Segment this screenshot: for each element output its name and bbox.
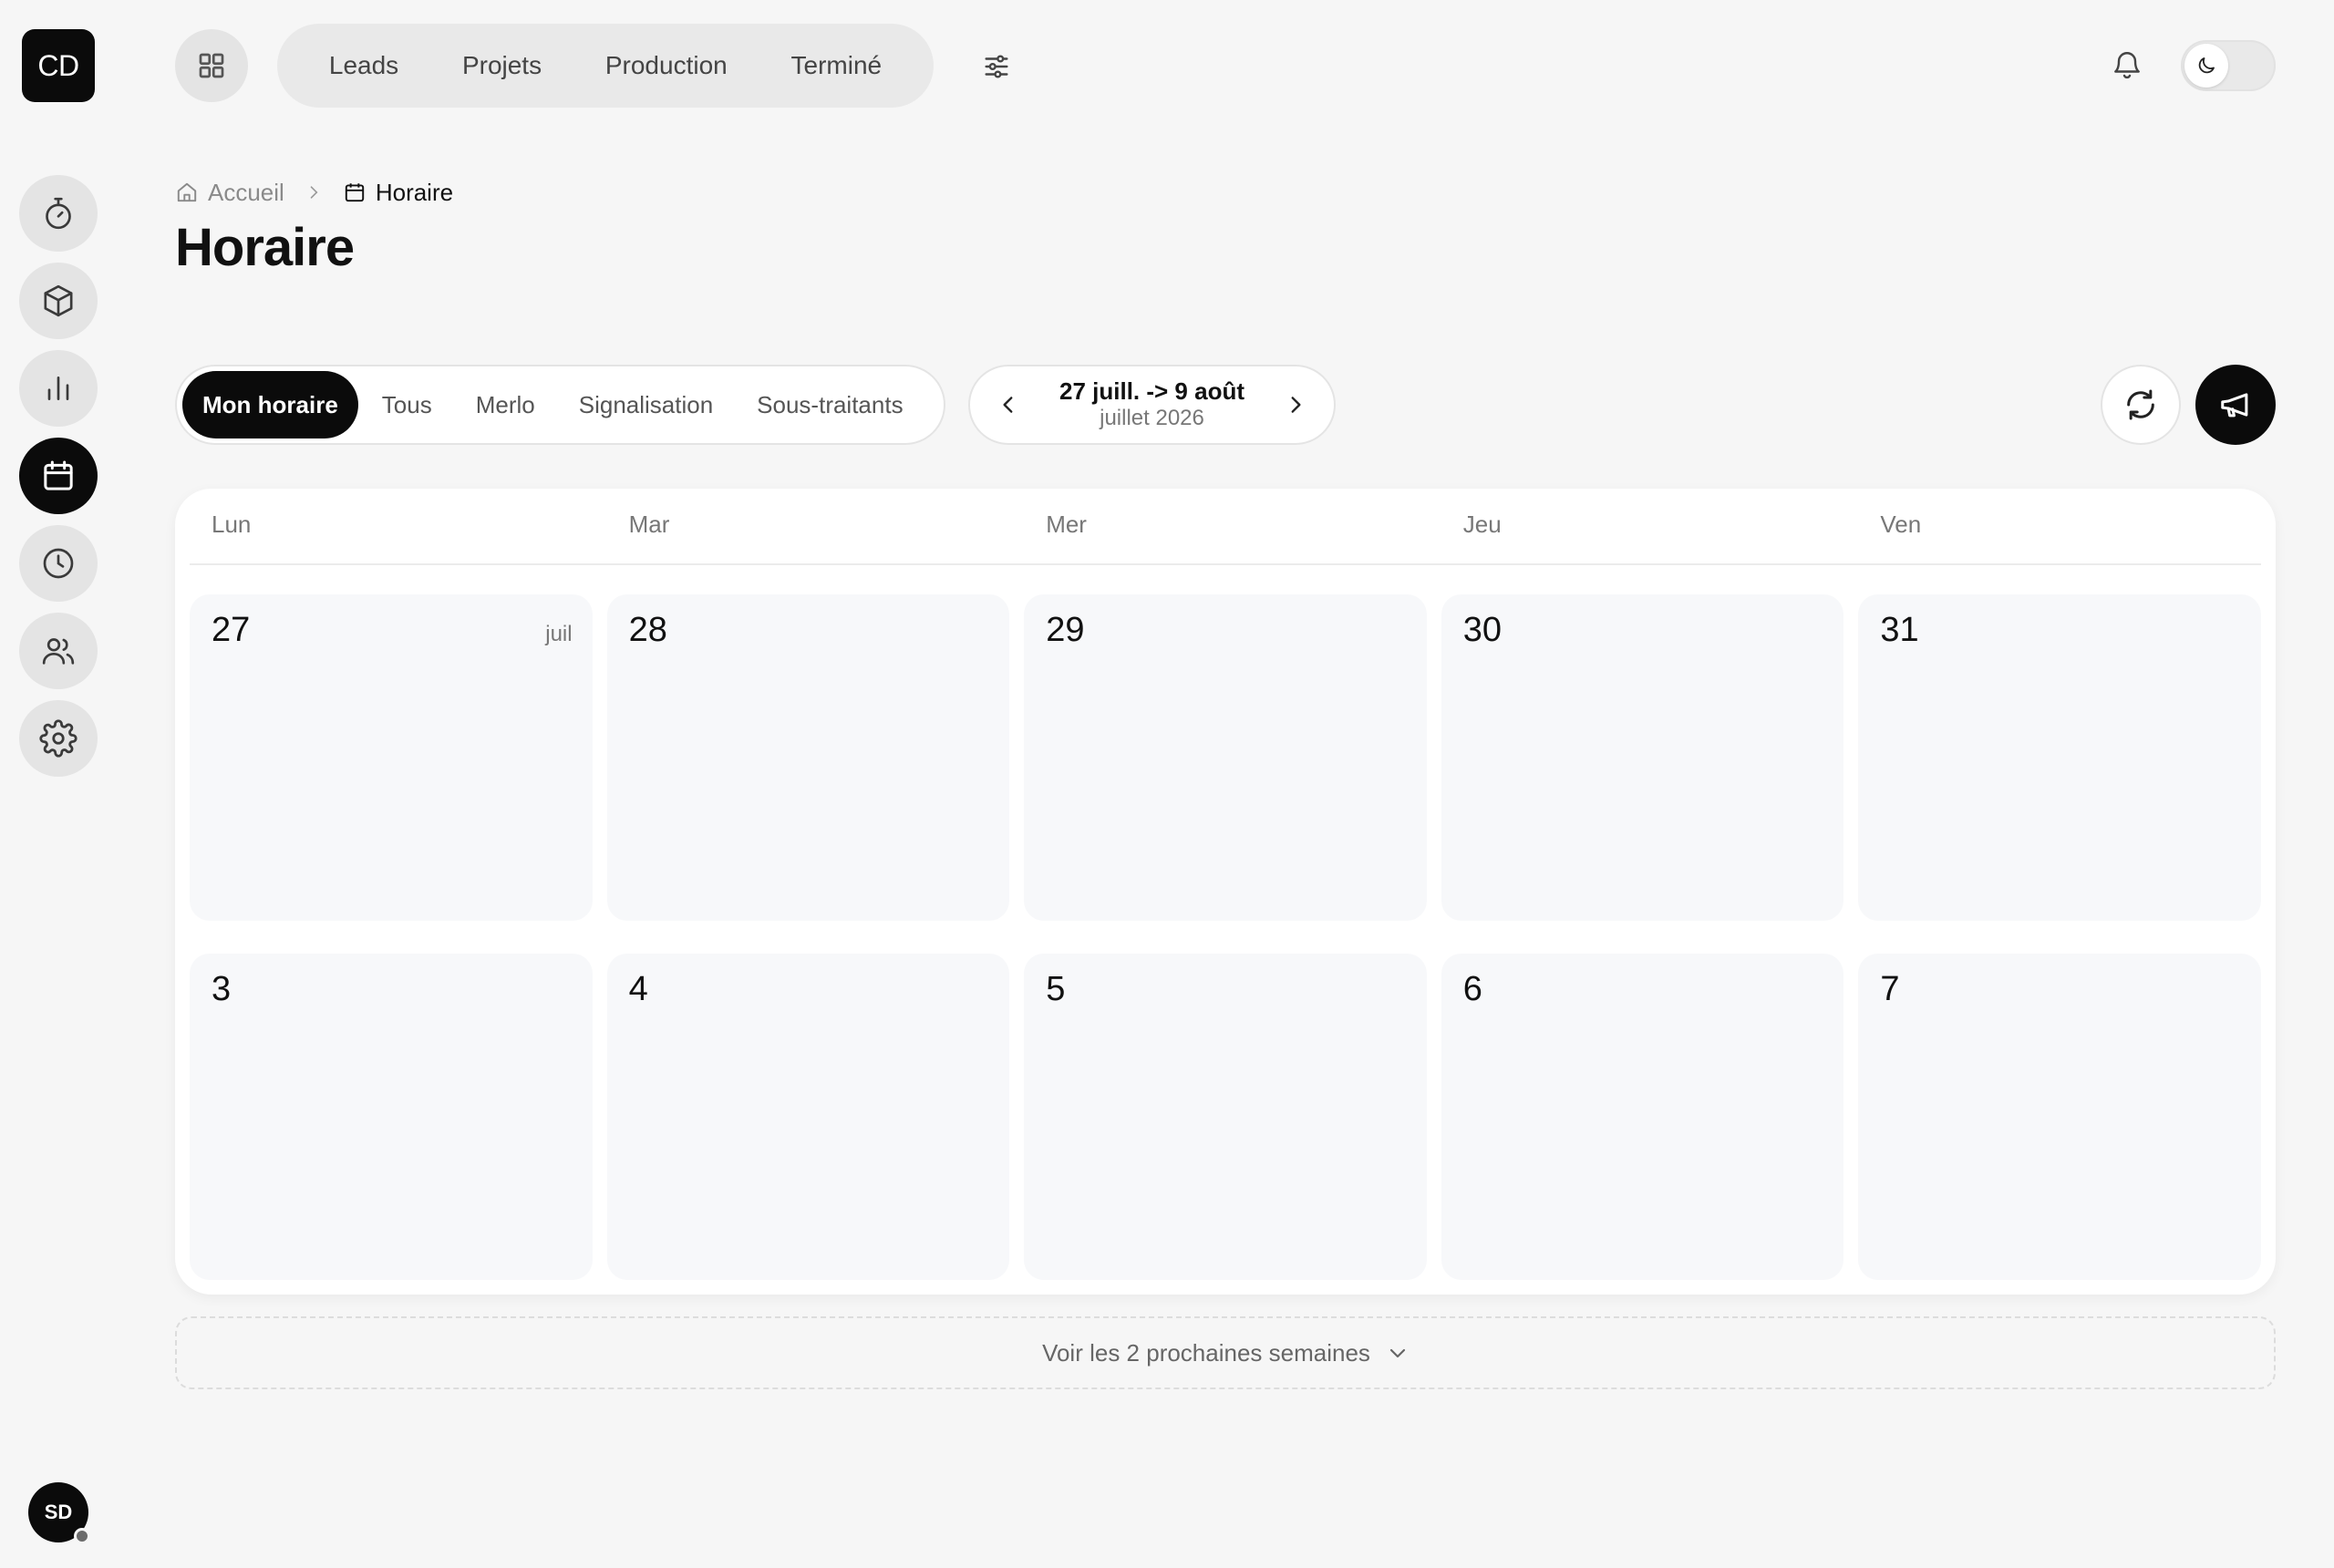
sidebar-item-clock[interactable]	[19, 525, 98, 602]
sidebar-item-stats[interactable]	[19, 350, 98, 427]
users-icon	[40, 633, 77, 669]
page-title: Horaire	[175, 218, 355, 277]
week-calendar: Lun Mar Mer Jeu Ven 27 juil 28 29 30 31 …	[175, 489, 2276, 1295]
show-next-weeks-label: Voir les 2 prochaines semaines	[1042, 1338, 1370, 1367]
user-avatar[interactable]: SD	[28, 1482, 90, 1544]
chevron-right-icon	[1291, 397, 1301, 413]
topnav-item-production[interactable]: Production	[593, 42, 740, 89]
topnav-item-projets[interactable]: Projets	[449, 42, 554, 89]
day-number: 27	[212, 611, 251, 649]
megaphone-icon	[2218, 387, 2253, 422]
calendar-icon	[343, 181, 367, 204]
chevron-right-icon	[305, 183, 323, 201]
month-label: juil	[545, 622, 573, 646]
day-number: 5	[1046, 970, 1066, 1008]
day-name-wed: Mer	[1046, 511, 1087, 538]
day-cell[interactable]: 31	[1858, 594, 2261, 921]
bar-chart-icon	[40, 370, 77, 407]
refresh-icon	[2122, 387, 2159, 423]
day-number: 6	[1462, 970, 1482, 1008]
sidebar-item-calendar[interactable]	[19, 438, 98, 514]
topnav-item-termine[interactable]: Terminé	[779, 42, 895, 89]
next-period-button[interactable]	[1277, 387, 1314, 423]
calendar-icon	[40, 458, 77, 494]
tab-sous-traitants[interactable]: Sous-traitants	[737, 371, 923, 438]
day-number: 29	[1046, 611, 1085, 649]
tab-tous[interactable]: Tous	[362, 371, 452, 438]
gear-icon	[39, 719, 77, 758]
day-number: 7	[1880, 970, 1900, 1008]
day-number: 3	[212, 970, 232, 1008]
previous-period-button[interactable]	[990, 387, 1027, 423]
date-range-label: 27 juill. -> 9 août juillet 2026	[1059, 377, 1244, 432]
grid-icon	[195, 49, 228, 82]
date-range-main: 27 juill. -> 9 août	[1059, 377, 1244, 405]
day-name-thu: Jeu	[1462, 511, 1502, 538]
sidebar-item-box[interactable]	[19, 263, 98, 339]
chevron-left-icon	[1003, 397, 1013, 413]
tab-mon-horaire[interactable]: Mon horaire	[182, 371, 358, 438]
tab-merlo[interactable]: Merlo	[456, 371, 555, 438]
sidebar-item-timer[interactable]	[19, 175, 98, 252]
day-number: 31	[1880, 611, 1919, 649]
day-cell[interactable]: 29	[1024, 594, 1427, 921]
calendar-grid: 27 juil 28 29 30 31 3 4 5 6 7	[190, 594, 2261, 1280]
breadcrumb-home[interactable]: Accueil	[175, 179, 284, 207]
day-name-tue: Mar	[628, 511, 670, 538]
day-cell[interactable]: 6	[1441, 954, 1844, 1280]
day-cell[interactable]: 30	[1441, 594, 1844, 921]
breadcrumb-current: Horaire	[343, 179, 453, 207]
logo-text: CD	[37, 48, 79, 82]
day-cell[interactable]: 7	[1858, 954, 2261, 1280]
day-name-fri: Ven	[1880, 511, 1922, 538]
breadcrumb: Accueil Horaire	[175, 177, 453, 208]
topnav-item-leads[interactable]: Leads	[316, 42, 411, 89]
refresh-button[interactable]	[2101, 365, 2181, 445]
day-number: 30	[1462, 611, 1503, 649]
breadcrumb-current-label: Horaire	[375, 178, 454, 206]
breadcrumb-home-label: Accueil	[208, 178, 284, 206]
calendar-header: Lun Mar Mer Jeu Ven	[190, 489, 2261, 565]
chevron-down-icon	[1387, 1342, 1409, 1364]
presence-indicator	[74, 1528, 90, 1544]
day-cell[interactable]: 28	[606, 594, 1010, 921]
date-range-navigator: 27 juill. -> 9 août juillet 2026	[968, 365, 1336, 445]
day-cell[interactable]: 3	[190, 954, 593, 1280]
apps-grid-button[interactable]	[175, 29, 248, 102]
day-cell[interactable]: 27 juil	[190, 594, 593, 921]
show-next-weeks-button[interactable]: Voir les 2 prochaines semaines	[175, 1316, 2276, 1389]
moon-icon	[2195, 55, 2217, 77]
sidebar-item-settings[interactable]	[19, 700, 98, 777]
schedule-filter-tabs: Mon horaire Tous Merlo Signalisation Sou…	[175, 365, 945, 445]
home-icon	[175, 181, 199, 204]
user-initials: SD	[44, 1501, 73, 1523]
bell-icon	[2111, 48, 2143, 81]
day-cell[interactable]: 5	[1024, 954, 1427, 1280]
day-cell[interactable]: 4	[606, 954, 1010, 1280]
filter-button[interactable]	[976, 46, 1017, 88]
theme-toggle[interactable]	[2181, 40, 2276, 91]
tab-signalisation[interactable]: Signalisation	[559, 371, 733, 438]
clock-icon	[40, 545, 77, 582]
sidebar	[19, 175, 98, 777]
box-icon	[40, 283, 77, 319]
theme-toggle-knob	[2184, 44, 2228, 88]
day-name-mon: Lun	[212, 511, 252, 538]
timer-icon	[40, 195, 77, 232]
announcement-button[interactable]	[2195, 365, 2276, 445]
app-logo[interactable]: CD	[22, 29, 95, 102]
top-navigation: Leads Projets Production Terminé	[277, 24, 934, 108]
day-number: 28	[628, 611, 667, 649]
sliders-icon	[981, 51, 1012, 82]
day-number: 4	[628, 970, 648, 1008]
notifications-button[interactable]	[2106, 44, 2148, 86]
date-range-month: juillet 2026	[1100, 406, 1204, 431]
sidebar-item-users[interactable]	[19, 613, 98, 689]
